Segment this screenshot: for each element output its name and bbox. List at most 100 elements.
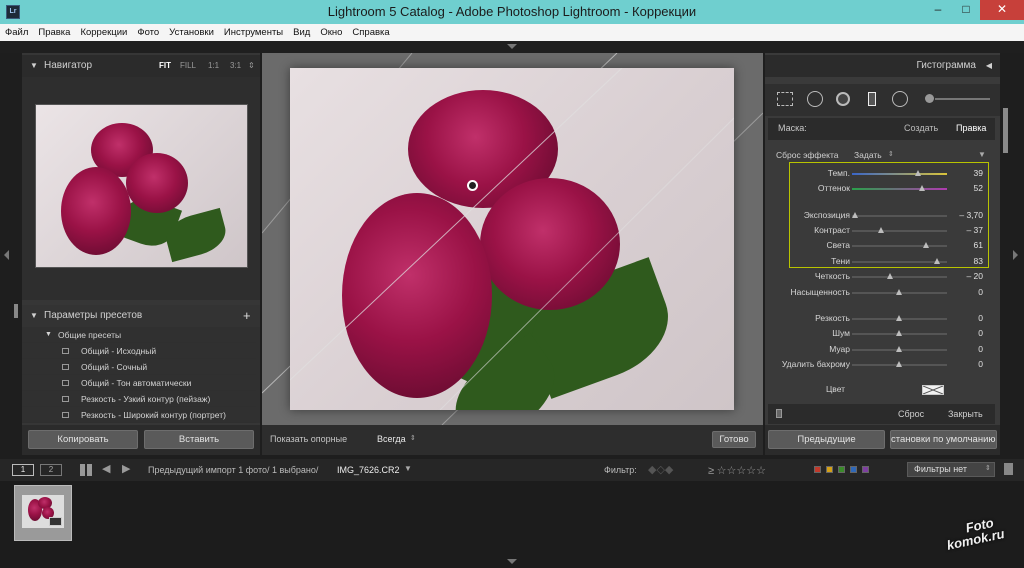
slider-row[interactable]: Оттенок 52 [765, 181, 1000, 196]
effect-set-select[interactable]: Задать [854, 150, 882, 160]
reset-defaults-button[interactable]: становки по умолчанию... [890, 430, 997, 449]
slider-value[interactable]: 83 [974, 256, 983, 266]
slider-thumb[interactable] [915, 170, 921, 176]
slider-thumb[interactable] [934, 258, 940, 264]
color-label-filter-blue[interactable] [850, 466, 857, 473]
zoom-menu-icon[interactable]: ⇕ [248, 55, 255, 77]
slider-track[interactable] [852, 230, 947, 232]
histogram-header[interactable]: Гистограмма ◀ [765, 55, 1000, 77]
preset-item[interactable]: Общий - Тон автоматически [22, 375, 256, 391]
filmstrip-thumbnail[interactable] [22, 495, 64, 528]
right-scrollbar[interactable] [1003, 108, 1008, 153]
slider-thumb[interactable] [896, 315, 902, 321]
add-preset-icon[interactable]: + [243, 305, 251, 327]
filename[interactable]: IMG_7626.CR2 [337, 465, 400, 475]
slider-value[interactable]: 0 [978, 328, 983, 338]
menu-settings[interactable]: Установки [164, 24, 219, 41]
zoom-3-1[interactable]: 3:1 [230, 55, 241, 77]
color-label-filter-yellow[interactable] [826, 466, 833, 473]
navigator-preview[interactable] [35, 104, 248, 268]
slider-row[interactable]: Резкость 0 [765, 311, 1000, 326]
slider-row[interactable]: Насыщенность 0 [765, 285, 1000, 300]
slider-row[interactable]: Четкость – 20 [765, 269, 1000, 284]
slider-value[interactable]: 0 [978, 359, 983, 369]
maximize-button[interactable]: □ [952, 0, 980, 20]
graduated-filter-icon[interactable] [868, 92, 876, 106]
presets-header[interactable]: ▼ Параметры пресетов + [22, 305, 260, 327]
slider-value[interactable]: 0 [978, 287, 983, 297]
mask-create[interactable]: Создать [904, 123, 938, 133]
slider-value[interactable]: 52 [974, 183, 983, 193]
copy-button[interactable]: Копировать [28, 430, 138, 449]
slider-value[interactable]: – 3,70 [959, 210, 983, 220]
menu-file[interactable]: Файл [0, 24, 33, 41]
gradient-pin-icon[interactable] [467, 180, 478, 191]
menu-window[interactable]: Окно [315, 24, 347, 41]
slider-thumb[interactable] [886, 273, 893, 279]
forward-arrow-icon[interactable]: ▶ [122, 462, 130, 475]
left-panel-toggle-icon[interactable] [4, 250, 9, 260]
filmstrip-thumbnail-cell[interactable] [14, 485, 72, 541]
view-2-button[interactable]: 2 [40, 464, 62, 476]
star-icon[interactable]: ☆ [726, 465, 736, 477]
slider-thumb[interactable] [896, 361, 902, 367]
color-label-filter-red[interactable] [814, 466, 821, 473]
mask-edit[interactable]: Правка [956, 123, 986, 133]
slider-row[interactable]: Света 61 [765, 238, 1000, 253]
preset-item[interactable]: Резкость - Узкий контур (пейзаж) [22, 391, 256, 407]
slider-track[interactable] [852, 276, 947, 278]
menu-view[interactable]: Вид [288, 24, 315, 41]
filmstrip-toggle-icon[interactable] [507, 559, 517, 564]
color-swatch[interactable] [922, 385, 944, 395]
slider-thumb[interactable] [877, 227, 884, 233]
slider-track[interactable] [852, 215, 947, 217]
color-label-filter-green[interactable] [838, 466, 845, 473]
panel-switch-icon[interactable] [776, 409, 782, 418]
view-1-button[interactable]: 1 [12, 464, 34, 476]
brush-slider[interactable] [935, 98, 990, 100]
slider-thumb[interactable] [922, 242, 929, 248]
top-panel-strip[interactable] [0, 41, 1024, 53]
filmstrip-lock-icon[interactable] [1004, 463, 1013, 475]
menu-develop[interactable]: Коррекции [75, 24, 132, 41]
close-button[interactable]: ✕ [980, 0, 1024, 20]
done-button[interactable]: Готово [712, 431, 756, 448]
navigator-header[interactable]: ▼ Навигатор FIT FILL 1:1 3:1 ⇕ [22, 55, 260, 77]
menu-tools[interactable]: Инструменты [219, 24, 288, 41]
filter-preset-select[interactable]: Фильтры нет [907, 462, 995, 477]
red-eye-icon[interactable] [836, 92, 850, 106]
preset-item[interactable]: Резкость - Широкий контур (портрет) [22, 407, 256, 423]
slider-row[interactable]: Тени 83 [765, 254, 1000, 269]
slider-track[interactable] [852, 173, 947, 175]
zoom-fill[interactable]: FILL [180, 55, 196, 77]
close-panel-button[interactable]: Закрыть [948, 409, 983, 419]
slider-row[interactable]: Контраст – 37 [765, 223, 1000, 238]
slider-value[interactable]: 61 [974, 240, 983, 250]
color-label-filter-purple[interactable] [862, 466, 869, 473]
flag-filter-icons[interactable]: ◆◇◆ [648, 463, 673, 476]
slider-value[interactable]: – 20 [966, 271, 983, 281]
filename-dropdown-icon[interactable]: ▼ [404, 464, 412, 473]
rating-filter[interactable]: ≥ ☆☆☆☆☆ [708, 464, 766, 477]
slider-row[interactable]: Муар 0 [765, 342, 1000, 357]
preset-item[interactable]: Общий - Исходный [22, 343, 256, 359]
paste-button[interactable]: Вставить [144, 430, 254, 449]
star-icon[interactable]: ☆ [756, 465, 766, 477]
collapse-triangle-icon[interactable]: ▼ [978, 150, 986, 159]
select-arrows-icon[interactable]: ⇕ [410, 434, 416, 442]
radial-filter-icon[interactable] [892, 91, 908, 107]
slider-thumb[interactable] [896, 330, 902, 336]
menu-photo[interactable]: Фото [132, 24, 164, 41]
slider-value[interactable]: 39 [974, 168, 983, 178]
star-icon[interactable]: ☆ [746, 465, 756, 477]
main-photo[interactable] [290, 68, 734, 410]
slider-row[interactable]: Темп. 39 [765, 166, 1000, 181]
star-icon[interactable]: ☆ [717, 465, 727, 477]
slider-thumb[interactable] [852, 212, 859, 218]
slider-value[interactable]: 0 [978, 344, 983, 354]
right-panel-toggle-icon[interactable] [1013, 250, 1018, 260]
preset-item[interactable]: Общий - Сочный [22, 359, 256, 375]
slider-track[interactable] [852, 261, 947, 263]
spot-removal-icon[interactable] [807, 91, 823, 107]
slider-track[interactable] [852, 188, 947, 190]
